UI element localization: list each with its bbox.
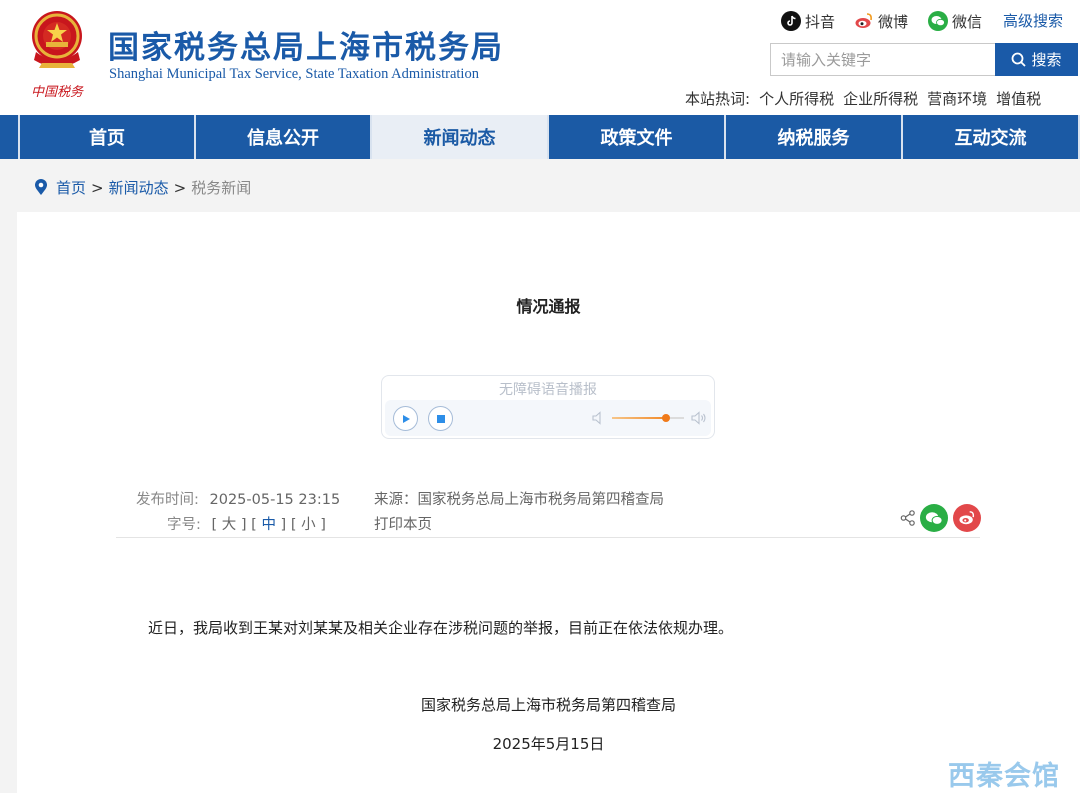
hot-word-link[interactable]: 营商环境 bbox=[927, 88, 987, 109]
volume-slider[interactable] bbox=[612, 414, 684, 422]
site-title[interactable]: 国家税务总局上海市税务局 bbox=[108, 22, 504, 67]
share-wechat-button[interactable] bbox=[920, 504, 948, 532]
douyin-link[interactable]: 抖音 bbox=[781, 10, 835, 32]
stop-icon bbox=[436, 414, 445, 423]
font-size-small-button[interactable]: 小 bbox=[301, 517, 316, 533]
national-emblem-logo[interactable]: 中国税务 bbox=[22, 8, 92, 103]
weibo-icon bbox=[959, 511, 975, 525]
search-button-label: 搜索 bbox=[1031, 51, 1062, 69]
search-button[interactable]: 搜索 bbox=[995, 43, 1078, 76]
site-subtitle: Shanghai Municipal Tax Service, State Ta… bbox=[109, 66, 479, 82]
nav-item-tax-service[interactable]: 纳税服务 bbox=[724, 115, 901, 159]
hot-word-link[interactable]: 增值税 bbox=[996, 88, 1041, 109]
play-icon bbox=[402, 414, 410, 423]
audio-player-label: 无障碍语音播报 bbox=[499, 382, 597, 398]
nav-item-policy[interactable]: 政策文件 bbox=[547, 115, 724, 159]
font-size-medium-button[interactable]: 中 bbox=[261, 517, 276, 533]
volume-slider-handle[interactable] bbox=[662, 414, 670, 422]
nav-item-news[interactable]: 新闻动态 bbox=[370, 115, 547, 159]
hot-words: 本站热词: 个人所得税 企业所得税 营商环境 增值税 bbox=[685, 88, 1041, 109]
volume-slider-fill bbox=[612, 417, 666, 419]
wechat-label: 微信 bbox=[952, 12, 983, 31]
nav-item-home[interactable]: 首页 bbox=[18, 115, 194, 159]
hot-word-link[interactable]: 个人所得税 bbox=[759, 88, 834, 109]
wechat-icon bbox=[925, 511, 943, 525]
publish-time-row: 发布时间: 2025-05-15 23:15 bbox=[136, 488, 340, 509]
svg-text:中国税务: 中国税务 bbox=[31, 85, 84, 100]
watermark-text: 西秦会馆 bbox=[948, 761, 1060, 792]
print-button[interactable]: 打印本页 bbox=[374, 513, 432, 534]
douyin-label: 抖音 bbox=[805, 12, 836, 31]
breadcrumb-news[interactable]: 新闻动态 bbox=[109, 177, 169, 198]
breadcrumb-current: 税务新闻 bbox=[191, 179, 252, 197]
publish-time: 2025-05-15 23:15 bbox=[209, 492, 341, 508]
nav-item-interaction[interactable]: 互动交流 bbox=[901, 115, 1078, 159]
breadcrumb-home[interactable]: 首页 bbox=[56, 177, 86, 198]
main-nav: 首页 信息公开 新闻动态 政策文件 纳税服务 互动交流 bbox=[0, 115, 1080, 159]
douyin-icon bbox=[781, 11, 801, 31]
article-signer: 国家税务总局上海市税务局第四稽查局 bbox=[420, 696, 676, 714]
location-pin-icon bbox=[35, 179, 47, 195]
volume-up-icon[interactable] bbox=[691, 411, 707, 425]
article-body: 近日，我局收到王某对刘某某及相关企业存在涉税问题的举报，目前正在依法依规办理。 bbox=[148, 619, 734, 637]
publish-time-label: 发布时间: bbox=[136, 492, 199, 508]
site-header: 中国税务 国家税务总局上海市税务局 Shanghai Municipal Tax… bbox=[0, 0, 1080, 115]
divider bbox=[116, 537, 980, 538]
share-weibo-button[interactable] bbox=[953, 504, 981, 532]
font-size-large-button[interactable]: 大 bbox=[222, 517, 237, 533]
volume-mute-icon[interactable] bbox=[592, 411, 604, 425]
nav-item-info-disclosure[interactable]: 信息公开 bbox=[194, 115, 370, 159]
weibo-icon bbox=[854, 11, 874, 31]
font-size-row: 字号: [ 大 ] [ 中 ] [ 小 ] bbox=[167, 517, 326, 533]
audio-player: 无障碍语音播报 bbox=[381, 375, 715, 439]
article-title: 情况通报 bbox=[516, 297, 581, 316]
weibo-label: 微博 bbox=[878, 12, 909, 31]
article-date: 2025年5月15日 bbox=[492, 735, 605, 753]
advanced-search-link[interactable]: 高级搜索 bbox=[1003, 10, 1063, 31]
weibo-link[interactable]: 微博 bbox=[854, 10, 908, 32]
wechat-link[interactable]: 微信 bbox=[928, 10, 982, 32]
share-icon[interactable] bbox=[900, 510, 916, 526]
search-icon bbox=[1012, 52, 1027, 67]
hot-words-label: 本站热词: bbox=[685, 90, 751, 108]
article-panel: 情况通报 无障碍语音播报 发布时间: 2025-05-15 23:15 来源：国… bbox=[17, 212, 1080, 793]
hot-word-link[interactable]: 企业所得税 bbox=[843, 88, 918, 109]
font-size-label: 字号: bbox=[167, 517, 201, 533]
search-input[interactable] bbox=[770, 43, 995, 76]
play-button[interactable] bbox=[393, 406, 418, 431]
breadcrumb: 首页 > 新闻动态 > 税务新闻 bbox=[34, 177, 251, 198]
wechat-icon bbox=[928, 11, 948, 31]
stop-button[interactable] bbox=[428, 406, 453, 431]
article-source: 来源：国家税务总局上海市税务局第四稽查局 bbox=[374, 492, 664, 508]
